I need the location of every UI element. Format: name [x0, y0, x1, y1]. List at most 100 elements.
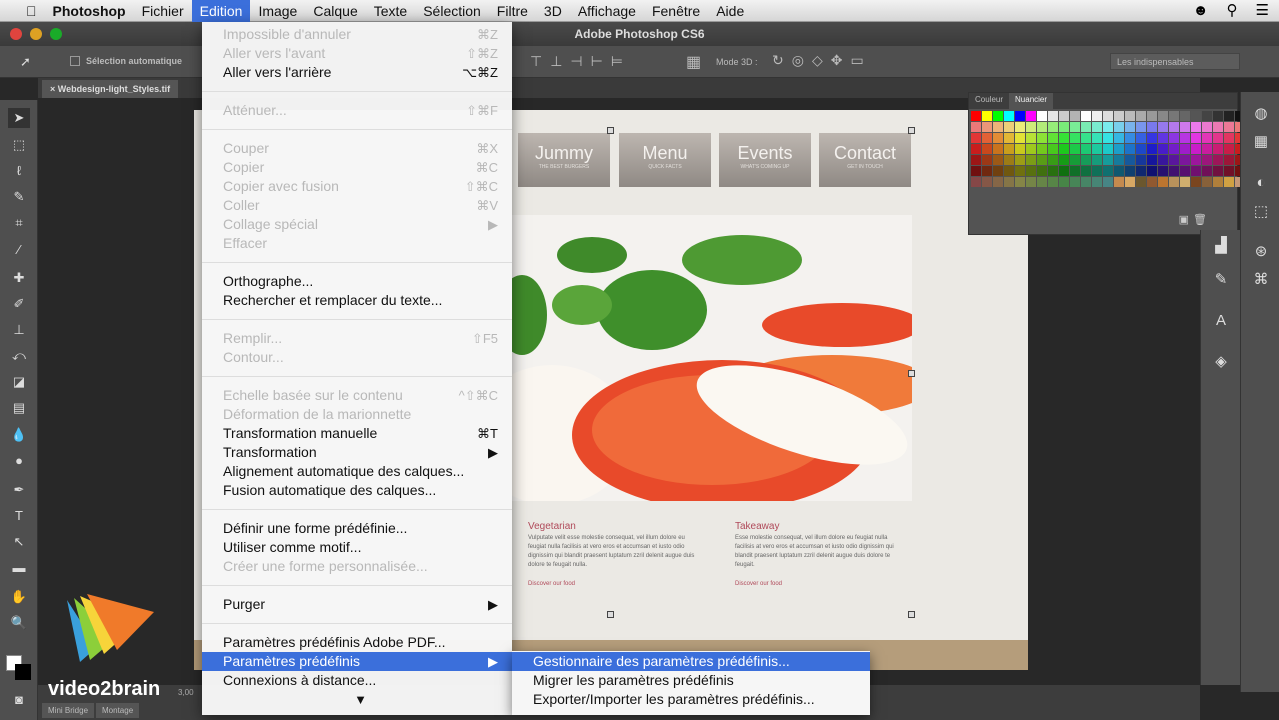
color-swatch[interactable]: [1158, 133, 1168, 143]
color-swatch[interactable]: [1103, 133, 1113, 143]
menu-item-aller-vers-l-arri-re[interactable]: Aller vers l'arrière ⌥⌘Z: [202, 63, 512, 82]
color-swatch[interactable]: [1224, 144, 1234, 154]
color-swatch[interactable]: [971, 177, 981, 187]
color-swatch[interactable]: [993, 144, 1003, 154]
color-swatch[interactable]: [1081, 166, 1091, 176]
zoom-window-button[interactable]: [50, 28, 62, 40]
menu-item-rechercher-et-remplacer-du-texte[interactable]: Rechercher et remplacer du texte...: [202, 291, 512, 310]
tab-nuancier[interactable]: Nuancier: [1009, 93, 1054, 109]
blur-tool-icon[interactable]: 💧: [8, 425, 30, 445]
color-swatch[interactable]: [1026, 122, 1036, 132]
history-brush-tool-icon[interactable]: ⤺: [8, 346, 30, 366]
color-swatch[interactable]: [1015, 133, 1025, 143]
color-swatch[interactable]: [1015, 111, 1025, 121]
color-swatch[interactable]: [1169, 122, 1179, 132]
menu-texte[interactable]: Texte: [366, 0, 415, 22]
menu-fichier[interactable]: Fichier: [134, 0, 192, 22]
color-swatch[interactable]: [1037, 144, 1047, 154]
color-swatch[interactable]: [1026, 155, 1036, 165]
color-swatch[interactable]: [1158, 144, 1168, 154]
color-swatch[interactable]: [1081, 122, 1091, 132]
color-swatch[interactable]: [1158, 177, 1168, 187]
color-swatch[interactable]: [1059, 166, 1069, 176]
color-swatch[interactable]: [1125, 133, 1135, 143]
color-swatch[interactable]: [1125, 177, 1135, 187]
color-swatch[interactable]: [1147, 166, 1157, 176]
color-swatch[interactable]: [1136, 111, 1146, 121]
pen-tool-icon[interactable]: ✒: [8, 480, 30, 500]
color-swatch[interactable]: [1037, 177, 1047, 187]
menu-image[interactable]: Image: [250, 0, 305, 22]
color-swatch[interactable]: [1070, 155, 1080, 165]
color-swatch[interactable]: [1169, 133, 1179, 143]
color-swatch[interactable]: [1180, 111, 1190, 121]
color-swatch[interactable]: [1224, 177, 1234, 187]
3d-icon[interactable]: ◍: [1251, 104, 1271, 124]
color-swatch[interactable]: [1092, 166, 1102, 176]
color-swatch[interactable]: [1081, 177, 1091, 187]
color-swatch[interactable]: [1015, 155, 1025, 165]
color-swatch[interactable]: [1213, 111, 1223, 121]
color-swatch[interactable]: [1114, 155, 1124, 165]
color-swatch[interactable]: [1048, 133, 1058, 143]
color-swatch[interactable]: [1213, 177, 1223, 187]
color-swatch[interactable]: [1114, 133, 1124, 143]
color-swatch[interactable]: [982, 144, 992, 154]
healing-brush-tool-icon[interactable]: ✚: [8, 268, 30, 288]
color-swatch[interactable]: [1158, 155, 1168, 165]
color-swatch[interactable]: [1004, 111, 1014, 121]
menu-filtre[interactable]: Filtre: [489, 0, 536, 22]
menu-scroll-down[interactable]: ▼: [202, 690, 512, 709]
color-swatch[interactable]: [1037, 155, 1047, 165]
color-swatch[interactable]: [1180, 144, 1190, 154]
layers-icon[interactable]: ◈: [1211, 352, 1231, 372]
color-swatch[interactable]: [1114, 144, 1124, 154]
tab-mini-bridge[interactable]: Mini Bridge: [42, 703, 95, 718]
quick-select-tool-icon[interactable]: ✎: [8, 187, 30, 207]
color-swatch[interactable]: [1103, 111, 1113, 121]
color-swatch[interactable]: [1136, 155, 1146, 165]
notification-list-icon[interactable]: ☰: [1256, 0, 1269, 22]
color-swatch[interactable]: [982, 166, 992, 176]
color-swatch[interactable]: [993, 133, 1003, 143]
color-swatch[interactable]: [1103, 155, 1113, 165]
eraser-tool-icon[interactable]: ◪: [8, 372, 30, 392]
color-swatch[interactable]: [1169, 155, 1179, 165]
color-swatch[interactable]: [971, 122, 981, 132]
color-swatch[interactable]: [1037, 111, 1047, 121]
menu-item-transformation[interactable]: Transformation ▶: [202, 443, 512, 462]
marquee-tool-icon[interactable]: ⬚: [8, 135, 30, 155]
color-swatch[interactable]: [1015, 166, 1025, 176]
color-swatch[interactable]: [1224, 155, 1234, 165]
workspace-select[interactable]: Les indispensables: [1110, 53, 1240, 70]
color-swatch[interactable]: [1202, 111, 1212, 121]
minimize-window-button[interactable]: [30, 28, 42, 40]
color-swatch[interactable]: [1070, 133, 1080, 143]
close-window-button[interactable]: [10, 28, 22, 40]
color-swatch[interactable]: [971, 155, 981, 165]
auto-select-checkbox[interactable]: [70, 56, 80, 66]
color-swatch[interactable]: [1147, 122, 1157, 132]
color-swatch[interactable]: [1202, 144, 1212, 154]
color-swatch[interactable]: [971, 133, 981, 143]
color-swatch[interactable]: [993, 177, 1003, 187]
color-swatch[interactable]: [1191, 155, 1201, 165]
menu-photoshop[interactable]: Photoshop: [45, 0, 134, 22]
color-swatch[interactable]: [1169, 111, 1179, 121]
dodge-tool-icon[interactable]: ●: [8, 451, 30, 471]
color-swatch[interactable]: [971, 144, 981, 154]
color-swatch[interactable]: [993, 166, 1003, 176]
color-swatch[interactable]: [1213, 144, 1223, 154]
lasso-tool-icon[interactable]: ℓ: [8, 161, 30, 181]
menu-item-d-finir-une-forme-pr-d-finie[interactable]: Définir une forme prédéfinie...: [202, 519, 512, 538]
color-swatch[interactable]: [1180, 122, 1190, 132]
color-swatch[interactable]: [1180, 166, 1190, 176]
color-swatch[interactable]: [1191, 177, 1201, 187]
color-swatch[interactable]: [1180, 133, 1190, 143]
color-swatch[interactable]: [1169, 144, 1179, 154]
menu-edition[interactable]: Edition: [191, 0, 251, 22]
color-swatch[interactable]: [1125, 111, 1135, 121]
color-swatch[interactable]: [1004, 144, 1014, 154]
menu-item-gestionnaire-des-param-tres-pr-d-finis[interactable]: Gestionnaire des paramètres prédéfinis..…: [512, 652, 870, 671]
zoom-tool-icon[interactable]: 🔍: [8, 613, 30, 633]
